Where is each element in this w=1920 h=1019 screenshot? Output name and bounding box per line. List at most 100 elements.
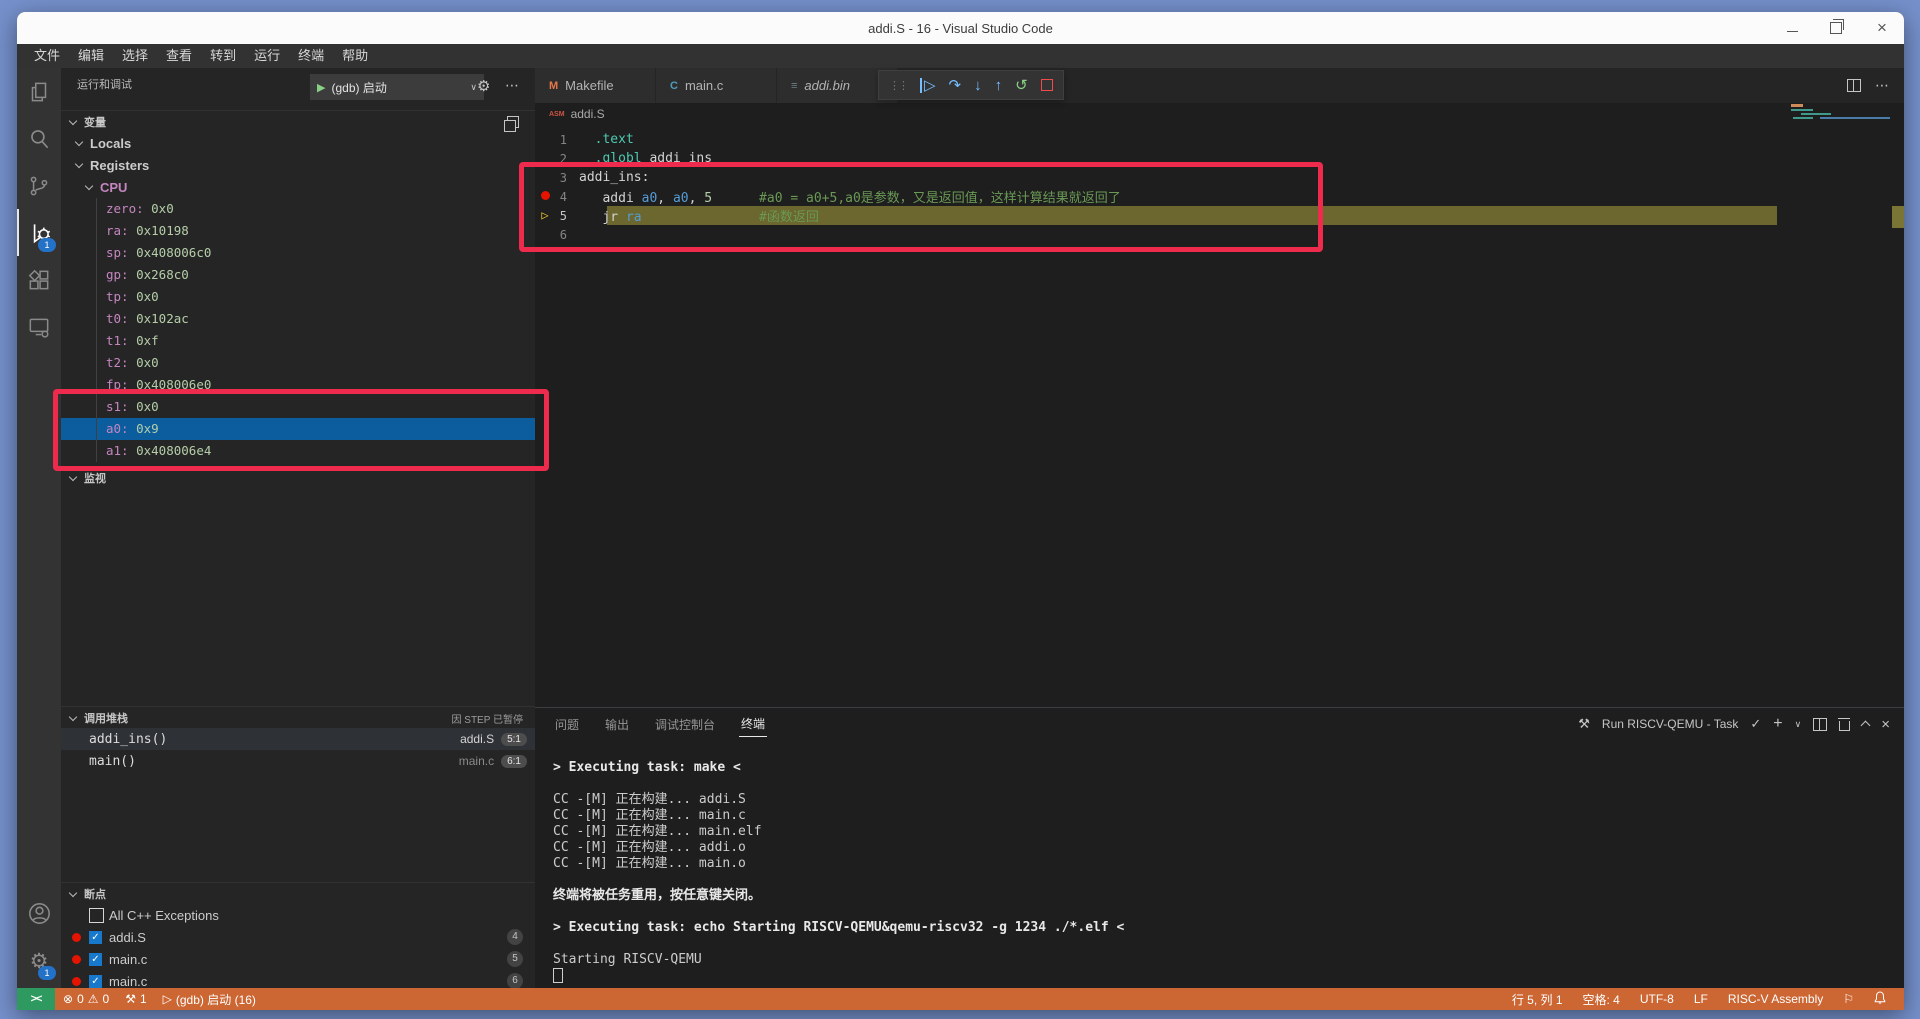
menu-item-7[interactable]: 帮助: [333, 44, 377, 68]
settings-gear-icon[interactable]: ⚙ 1: [17, 937, 61, 984]
register-row-s1[interactable]: s1: 0x0: [61, 396, 535, 418]
breakpoint-row-0[interactable]: All C++ Exceptions: [61, 904, 535, 926]
breakpoint-row-2[interactable]: ✓ main.c 5: [61, 948, 535, 970]
code-line-4: 4 addi a0, a0, 5 #a0 = a0+5,a0是参数，又是返回值，…: [535, 187, 1788, 206]
split-terminal-icon[interactable]: [1813, 717, 1828, 731]
encoding[interactable]: UTF-8: [1632, 992, 1682, 1006]
eol[interactable]: LF: [1686, 992, 1716, 1006]
panel-tab-终端[interactable]: 终端: [739, 711, 768, 738]
title-bar[interactable]: addi.S - 16 - Visual Studio Code ×: [17, 12, 1904, 44]
minimize-icon[interactable]: [1787, 24, 1798, 32]
register-name: t1:: [106, 333, 137, 348]
register-row-gp[interactable]: gp: 0x268c0: [61, 264, 535, 286]
new-terminal-icon[interactable]: +: [1773, 715, 1782, 733]
debug-config-select[interactable]: ▶ (gdb) 启动 ∨: [310, 74, 484, 100]
panel-tab-输出[interactable]: 输出: [603, 712, 631, 737]
menu-item-3[interactable]: 查看: [157, 44, 201, 68]
breakpoint-checkbox[interactable]: [89, 907, 104, 923]
chevron-down-icon: [68, 472, 78, 482]
menu-item-4[interactable]: 转到: [201, 44, 245, 68]
terminal-line-4: CC -[M] 正在构建... main.elf: [553, 824, 762, 840]
watch-section-header[interactable]: 监视: [61, 466, 535, 489]
cursor-position[interactable]: 行 5, 列 1: [1504, 991, 1571, 1008]
feedback-icon[interactable]: ⚐: [1835, 992, 1862, 1006]
search-icon[interactable]: [17, 115, 61, 162]
stack-frame-0[interactable]: addi_ins() addi.S 5:1: [61, 728, 535, 750]
code-editor[interactable]: 1 .text 2 .globl addi_ins 3 addi_ins: 4 addi…: [535, 130, 1788, 244]
step-over-button[interactable]: ↷: [949, 78, 962, 93]
problems-status[interactable]: ⊗ 0 ⚠ 0: [55, 992, 117, 1006]
editor-tab-Makefile[interactable]: M Makefile: [535, 68, 656, 103]
split-editor-icon[interactable]: [1847, 79, 1861, 92]
register-row-zero[interactable]: zero: 0x0: [61, 198, 535, 220]
menu-item-6[interactable]: 终端: [289, 44, 333, 68]
register-row-t1[interactable]: t1: 0xf: [61, 330, 535, 352]
terminal-line-10: > Executing task: echo Starting RISCV-QE…: [553, 920, 1125, 936]
start-debug-icon[interactable]: ▶: [317, 81, 325, 94]
maximize-panel-icon[interactable]: [1860, 720, 1871, 731]
tree-item-registers[interactable]: Registers: [61, 154, 535, 176]
breakpoint-row-3[interactable]: ✓ main.c 6: [61, 970, 535, 988]
explorer-icon[interactable]: [17, 68, 61, 115]
restart-button[interactable]: ↺: [1015, 78, 1028, 93]
terminal-output[interactable]: > Executing task: make < CC -[M] 正在构建... …: [553, 760, 1894, 984]
register-row-a1[interactable]: a1: 0x408006e4: [61, 440, 535, 462]
breakpoints-section-header[interactable]: 断点: [61, 882, 535, 905]
register-name: t0:: [106, 311, 137, 326]
kill-terminal-icon[interactable]: [1837, 717, 1851, 731]
debug-settings-gear-icon[interactable]: ⚙: [477, 68, 490, 103]
step-out-button[interactable]: ↑: [995, 78, 1003, 93]
debug-session-status[interactable]: ▷ (gdb) 启动 (16): [155, 991, 264, 1008]
tasks-status[interactable]: ⚒ 1: [117, 992, 154, 1006]
editor-tab-main.c[interactable]: Cmain.c: [656, 68, 777, 103]
register-row-sp[interactable]: sp: 0x408006c0: [61, 242, 535, 264]
menu-item-0[interactable]: 文件: [25, 44, 69, 68]
breakpoint-row-1[interactable]: ✓ addi.S 4: [61, 926, 535, 948]
breakpoint-icon[interactable]: [540, 191, 550, 200]
tree-item-cpu[interactable]: CPU: [61, 176, 535, 198]
call-stack-section-header[interactable]: 调用堆栈 因 STEP 已暂停: [61, 706, 535, 729]
continue-button[interactable]: ▷: [920, 77, 936, 93]
stop-button[interactable]: [1040, 79, 1053, 91]
stack-frame-1[interactable]: main() main.c 6:1: [61, 750, 535, 772]
panel-tab-调试控制台[interactable]: 调试控制台: [653, 712, 717, 737]
register-row-t0[interactable]: t0: 0x102ac: [61, 308, 535, 330]
step-into-button[interactable]: ↓: [974, 78, 982, 93]
panel-tab-问题[interactable]: 问题: [553, 712, 581, 737]
breakpoint-checkbox[interactable]: ✓: [89, 974, 102, 988]
overview-ruler[interactable]: [1892, 103, 1904, 707]
close-icon[interactable]: ×: [1874, 19, 1890, 36]
breakpoint-checkbox[interactable]: ✓: [89, 930, 102, 944]
editor-more-actions-icon[interactable]: ⋯: [1875, 77, 1890, 94]
run-debug-icon[interactable]: 1: [17, 209, 61, 256]
menu-item-5[interactable]: 运行: [245, 44, 289, 68]
tree-item-locals[interactable]: Locals: [61, 132, 535, 154]
source-control-icon[interactable]: [17, 162, 61, 209]
account-icon[interactable]: [17, 890, 61, 937]
breakpoint-checkbox[interactable]: ✓: [89, 952, 102, 966]
extensions-icon[interactable]: [17, 256, 61, 303]
register-row-tp[interactable]: tp: 0x0: [61, 286, 535, 308]
notifications-bell-icon[interactable]: [1866, 991, 1894, 1007]
remote-indicator[interactable]: ><: [17, 988, 55, 1010]
variables-section-header[interactable]: 变量: [61, 110, 535, 133]
terminal-dropdown-icon[interactable]: ∨: [1795, 719, 1802, 730]
breadcrumb[interactable]: ASM addi.S: [535, 103, 1904, 125]
register-row-ra[interactable]: ra: 0x10198: [61, 220, 535, 242]
terminal-task-label[interactable]: Run RISCV-QEMU - Task: [1602, 717, 1738, 731]
minimap[interactable]: [1788, 103, 1892, 708]
register-row-a0[interactable]: a0: 0x9: [61, 418, 535, 440]
menu-item-2[interactable]: 选择: [113, 44, 157, 68]
indentation[interactable]: 空格: 4: [1575, 991, 1628, 1008]
maximize-icon[interactable]: [1830, 19, 1844, 34]
register-row-fp[interactable]: fp: 0x408006e0: [61, 374, 535, 396]
close-panel-icon[interactable]: ×: [1881, 716, 1890, 733]
sidebar-more-actions-icon[interactable]: ⋯: [505, 68, 520, 103]
drag-handle[interactable]: ⋮⋮: [889, 79, 909, 92]
collapse-all-icon[interactable]: [504, 116, 519, 132]
register-row-t2[interactable]: t2: 0x0: [61, 352, 535, 374]
menu-item-1[interactable]: 编辑: [69, 44, 113, 68]
language-mode[interactable]: RISC-V Assembly: [1720, 992, 1831, 1006]
remote-explorer-icon[interactable]: [17, 303, 61, 350]
sidebar-title: 运行和调试: [77, 79, 132, 91]
